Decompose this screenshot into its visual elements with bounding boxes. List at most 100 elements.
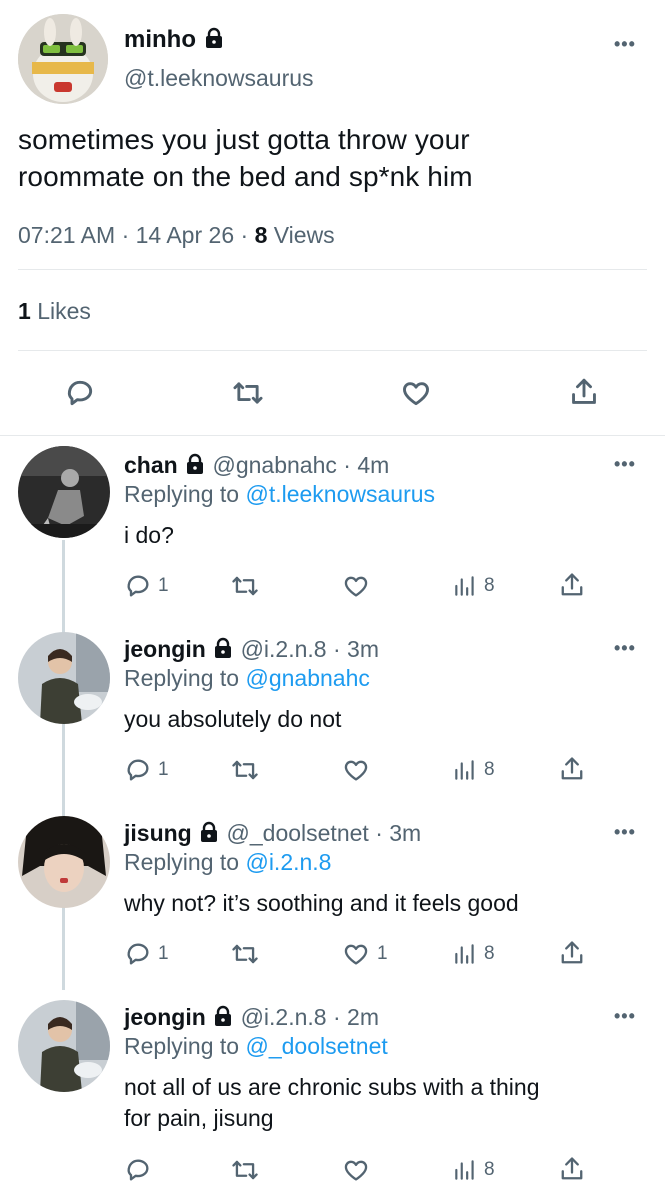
views-button[interactable]: 8: [452, 572, 495, 600]
retweet-icon: [232, 1160, 258, 1180]
avatar-jeongin[interactable]: [18, 632, 110, 724]
likes-label: Likes: [37, 298, 91, 324]
reply-time[interactable]: 4m: [357, 452, 389, 478]
more-icon[interactable]: •••: [614, 34, 636, 55]
replying-to-link[interactable]: @i.2.n.8: [245, 849, 331, 875]
reply-icon: [127, 1159, 149, 1181]
reply-time[interactable]: 3m: [389, 820, 421, 846]
replying-to: Replying to @i.2.n.8: [124, 849, 331, 876]
more-icon[interactable]: •••: [614, 1006, 636, 1027]
reply-text: not all of us are chronic subs with a th…: [124, 1072, 654, 1134]
author-name[interactable]: minho: [124, 26, 196, 53]
tweet-meta: 07:21 AM · 14 Apr 26 · 8 Views: [18, 222, 335, 249]
more-icon[interactable]: •••: [614, 822, 636, 843]
reply-time[interactable]: 3m: [347, 636, 379, 662]
like-button[interactable]: [341, 572, 377, 600]
retweet-icon: [232, 944, 258, 964]
reply-text: i do?: [124, 520, 644, 551]
reply-text-line-2: for pain, jisung: [124, 1105, 274, 1131]
reply-count: 1: [158, 943, 169, 964]
views-label: Views: [273, 222, 335, 248]
reply-author-handle[interactable]: @_doolsetnet: [227, 820, 369, 846]
like-button[interactable]: [396, 375, 436, 411]
replying-to-label: Replying to: [124, 1033, 240, 1059]
more-icon[interactable]: •••: [614, 638, 636, 659]
like-button[interactable]: 1: [341, 940, 388, 968]
likes-summary[interactable]: 1 Likes: [18, 298, 91, 325]
replying-to-label: Replying to: [124, 481, 240, 507]
heart-icon: [344, 944, 368, 965]
reply-author-name[interactable]: jisung: [124, 820, 192, 846]
reply-text: you absolutely do not: [124, 704, 644, 735]
share-button[interactable]: [558, 754, 586, 784]
separator: ·: [332, 636, 341, 662]
lock-icon: [198, 821, 220, 849]
reply-text-line-1: not all of us are chronic subs with a th…: [124, 1074, 540, 1100]
reply-button[interactable]: 1: [124, 572, 169, 600]
share-icon: [561, 1157, 583, 1180]
reply-author-handle[interactable]: @i.2.n.8: [241, 1004, 327, 1030]
heart-icon: [344, 576, 368, 597]
tweet-date[interactable]: 14 Apr 26: [136, 222, 234, 248]
retweet-button[interactable]: [230, 940, 260, 968]
views-count: 8: [254, 222, 268, 248]
reply-time[interactable]: 2m: [347, 1004, 379, 1030]
retweet-button[interactable]: [228, 375, 268, 411]
reply-button[interactable]: 1: [124, 940, 169, 968]
replying-to-link[interactable]: @t.leeknowsaurus: [245, 481, 435, 507]
thread-line: [62, 540, 65, 990]
avatar-chan[interactable]: [18, 446, 110, 538]
replying-to-label: Replying to: [124, 665, 240, 691]
retweet-button[interactable]: [230, 756, 260, 784]
lock-icon: [212, 1005, 234, 1033]
reply-text-line-1: why not? it’s soothing and it feels good: [124, 890, 519, 916]
retweet-icon: [232, 576, 258, 596]
reply-author-handle[interactable]: @gnabnahc: [212, 452, 336, 478]
reply-button[interactable]: 1: [124, 756, 169, 784]
tweet-text-line-1: sometimes you just gotta throw your: [18, 124, 470, 155]
separator: ·: [332, 1004, 341, 1030]
heart-icon: [403, 382, 429, 406]
retweet-button[interactable]: [230, 1156, 260, 1184]
share-button[interactable]: [564, 373, 604, 411]
replying-to: Replying to @gnabnahc: [124, 665, 370, 692]
replying-to-link[interactable]: @_doolsetnet: [245, 1033, 387, 1059]
lock-icon: [212, 637, 234, 665]
reply-header: jisung @_doolsetnet · 3m: [124, 820, 421, 849]
reply-author-name[interactable]: jeongin: [124, 1004, 206, 1030]
share-button[interactable]: [558, 938, 586, 968]
views-button[interactable]: 8: [452, 1156, 495, 1184]
retweet-icon: [233, 382, 263, 404]
separator: ·: [375, 820, 383, 846]
share-button[interactable]: [558, 570, 586, 600]
reply-author-name[interactable]: chan: [124, 452, 178, 478]
reply-author-name[interactable]: jeongin: [124, 636, 206, 662]
views-button[interactable]: 8: [452, 940, 495, 968]
lock-icon: [203, 27, 225, 56]
avatar-jisung[interactable]: [18, 816, 110, 908]
replying-to-label: Replying to: [124, 849, 240, 875]
retweet-button[interactable]: [230, 572, 260, 600]
reply-author-handle[interactable]: @i.2.n.8: [241, 636, 327, 662]
analytics-icon: [455, 760, 474, 780]
replying-to-link[interactable]: @gnabnahc: [245, 665, 369, 691]
reply-header: jeongin @i.2.n.8 · 2m: [124, 1004, 379, 1033]
reply-button[interactable]: [124, 1156, 158, 1184]
like-button[interactable]: [341, 1156, 377, 1184]
like-button[interactable]: [341, 756, 377, 784]
avatar-jeongin[interactable]: [18, 1000, 110, 1092]
views-button[interactable]: 8: [452, 756, 495, 784]
share-button[interactable]: [558, 1154, 586, 1184]
tweet-time[interactable]: 07:21 AM: [18, 222, 115, 248]
views-count: 8: [484, 759, 495, 780]
replying-to: Replying to @t.leeknowsaurus: [124, 481, 435, 508]
views-count: 8: [484, 943, 495, 964]
analytics-icon: [455, 576, 474, 596]
avatar-minho[interactable]: [18, 14, 108, 104]
tweet-text-line-2: roommate on the bed and sp*nk him: [18, 161, 473, 192]
author-handle[interactable]: @t.leeknowsaurus: [124, 65, 314, 92]
reply-button[interactable]: [60, 375, 100, 411]
reply-count: 1: [158, 759, 169, 780]
reply-icon: [127, 943, 149, 965]
more-icon[interactable]: •••: [614, 454, 636, 475]
